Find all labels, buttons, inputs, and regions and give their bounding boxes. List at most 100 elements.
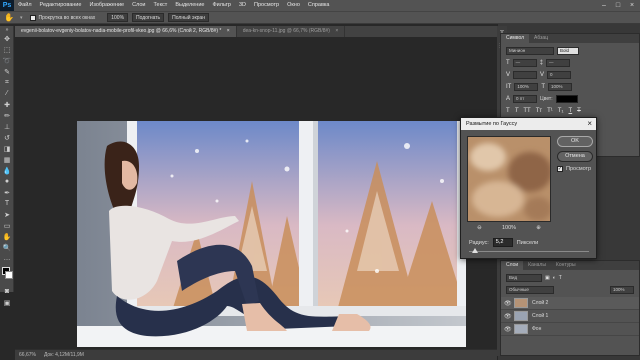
shape-tool-icon[interactable]: ▭ bbox=[0, 220, 14, 231]
faux-italic-icon[interactable]: T bbox=[515, 108, 519, 114]
ok-button[interactable]: OK bbox=[557, 136, 593, 147]
more-tools-icon[interactable]: … bbox=[0, 253, 14, 264]
kerning-field[interactable] bbox=[513, 70, 538, 79]
menu-file[interactable]: Файл bbox=[14, 0, 36, 11]
tab-layers[interactable]: Слои bbox=[501, 261, 524, 270]
radius-slider-handle[interactable] bbox=[472, 248, 478, 253]
menu-3d[interactable]: 3D bbox=[235, 0, 250, 11]
quick-select-tool-icon[interactable]: ✎ bbox=[0, 66, 14, 77]
menu-help[interactable]: Справка bbox=[304, 0, 334, 11]
path-select-tool-icon[interactable]: ➤ bbox=[0, 209, 14, 220]
radius-slider[interactable] bbox=[469, 248, 589, 253]
zoom-tool-icon[interactable]: 🔍 bbox=[0, 242, 14, 253]
preview-toggle[interactable]: ✓ Просмотр bbox=[557, 166, 591, 172]
lasso-tool-icon[interactable]: ➰ bbox=[0, 55, 14, 66]
layer-name[interactable]: Фон bbox=[532, 326, 541, 332]
small-caps-icon[interactable]: Tт bbox=[536, 108, 542, 114]
vertical-scale-field[interactable]: 100% bbox=[514, 82, 539, 91]
crop-tool-icon[interactable]: ⌗ bbox=[0, 77, 14, 88]
zoom-100-button[interactable]: 100% bbox=[107, 13, 129, 22]
preview-checkbox[interactable]: ✓ bbox=[557, 166, 563, 172]
tab-close-icon[interactable]: × bbox=[227, 28, 230, 34]
fit-screen-button[interactable]: Подогнать bbox=[132, 13, 165, 22]
menu-filter[interactable]: Фильтр bbox=[208, 0, 234, 11]
hand-tool-icon[interactable]: ✋ bbox=[4, 13, 14, 22]
scroll-all-windows-option[interactable]: Прокрутка во всех окнах bbox=[30, 13, 95, 22]
eyedropper-tool-icon[interactable]: ⁄ bbox=[0, 88, 14, 99]
filter-adjust-icon[interactable]: ◐ bbox=[553, 275, 556, 281]
all-caps-icon[interactable]: TT bbox=[523, 108, 530, 114]
brush-tool-icon[interactable]: ✏ bbox=[0, 110, 14, 121]
tab-document-1[interactable]: evgenii-bolatov-evgeniy-bolatov-nadia-mo… bbox=[15, 26, 237, 37]
maximize-icon[interactable]: □ bbox=[611, 0, 625, 11]
screen-mode-icon[interactable]: ▣ bbox=[0, 297, 14, 308]
font-size-field[interactable]: — bbox=[512, 58, 537, 67]
type-tool-icon[interactable]: T bbox=[0, 198, 14, 209]
background-color-swatch[interactable] bbox=[5, 271, 13, 279]
menu-select[interactable]: Выделение bbox=[171, 0, 208, 11]
history-brush-tool-icon[interactable]: ↺ bbox=[0, 132, 14, 143]
font-family-select[interactable]: Минион bbox=[506, 46, 554, 55]
baseline-shift-field[interactable]: 0 пт bbox=[513, 94, 538, 103]
document-canvas[interactable] bbox=[15, 37, 497, 349]
color-swatches[interactable] bbox=[0, 264, 13, 286]
zoom-out-icon[interactable]: ⊖ bbox=[477, 225, 482, 231]
clone-stamp-tool-icon[interactable]: ⊥ bbox=[0, 121, 14, 132]
dodge-tool-icon[interactable]: ● bbox=[0, 176, 14, 187]
underline-icon[interactable]: T bbox=[568, 108, 572, 114]
status-zoom[interactable]: 66,67% bbox=[19, 352, 36, 358]
tab-paths[interactable]: Контуры bbox=[551, 261, 581, 270]
gradient-tool-icon[interactable]: ▦ bbox=[0, 154, 14, 165]
subscript-icon[interactable]: T₁ bbox=[558, 108, 564, 114]
tab-character[interactable]: Символ bbox=[501, 34, 530, 43]
menu-type[interactable]: Текст bbox=[149, 0, 171, 11]
text-color-swatch[interactable] bbox=[555, 94, 578, 103]
filter-pixel-icon[interactable]: ▣ bbox=[545, 275, 550, 281]
eraser-tool-icon[interactable]: ◨ bbox=[0, 143, 14, 154]
layer-row[interactable]: 👁 Слой 2 bbox=[501, 297, 639, 310]
menu-edit[interactable]: Редактирование bbox=[36, 0, 86, 11]
dialog-close-icon[interactable]: × bbox=[587, 118, 592, 130]
minimize-icon[interactable]: – bbox=[597, 0, 611, 11]
quick-mask-icon[interactable]: ◙ bbox=[0, 286, 14, 297]
tracking-field[interactable]: 0 bbox=[547, 70, 572, 79]
layer-row[interactable]: 👁 Слой 1 bbox=[501, 310, 639, 323]
layer-name[interactable]: Слой 2 bbox=[532, 300, 548, 306]
filter-type-icon[interactable]: T bbox=[559, 275, 562, 281]
visibility-eye-icon[interactable]: 👁 bbox=[504, 313, 512, 320]
marquee-tool-icon[interactable]: ⬚ bbox=[0, 44, 14, 55]
close-window-icon[interactable]: × bbox=[625, 0, 639, 11]
opacity-field[interactable]: 100% bbox=[610, 285, 634, 294]
faux-bold-icon[interactable]: T bbox=[506, 108, 510, 114]
scroll-all-checkbox[interactable] bbox=[30, 14, 37, 21]
tab-close-icon[interactable]: × bbox=[335, 28, 338, 34]
horizontal-scale-field[interactable]: 100% bbox=[548, 82, 573, 91]
menu-layers[interactable]: Слои bbox=[128, 0, 149, 11]
strikethrough-icon[interactable]: T bbox=[577, 108, 581, 114]
hand-tool-icon-2[interactable]: ✋ bbox=[0, 231, 14, 242]
tab-document-2[interactable]: dea-kn-snop-11.jpg @ 66,7% (RGB/8#) × bbox=[237, 26, 346, 37]
pen-tool-icon[interactable]: ✒ bbox=[0, 187, 14, 198]
superscript-icon[interactable]: T¹ bbox=[547, 108, 553, 114]
font-style-select[interactable]: Bold bbox=[557, 46, 579, 55]
blend-mode-select[interactable]: Обычные bbox=[506, 285, 554, 294]
layer-filter-select[interactable]: Вид bbox=[506, 273, 542, 282]
full-screen-button[interactable]: Полный экран bbox=[168, 13, 209, 22]
menu-window[interactable]: Окно bbox=[283, 0, 304, 11]
layer-name[interactable]: Слой 1 bbox=[532, 313, 548, 319]
menu-view[interactable]: Просмотр bbox=[250, 0, 283, 11]
menu-image[interactable]: Изображение bbox=[85, 0, 128, 11]
cancel-button[interactable]: Отмена bbox=[557, 151, 593, 162]
visibility-eye-icon[interactable]: 👁 bbox=[504, 300, 512, 307]
document-image[interactable] bbox=[77, 121, 466, 347]
tools-collapse-icon[interactable]: » bbox=[0, 26, 14, 33]
blur-tool-icon[interactable]: 💧 bbox=[0, 165, 14, 176]
zoom-in-icon[interactable]: ⊕ bbox=[536, 225, 541, 231]
dialog-title-bar[interactable]: Размытие по Гауссу × bbox=[461, 118, 596, 130]
tab-channels[interactable]: Каналы bbox=[523, 261, 551, 270]
tab-paragraph[interactable]: Абзац bbox=[529, 34, 553, 43]
healing-brush-tool-icon[interactable]: ✚ bbox=[0, 99, 14, 110]
radius-input[interactable]: 5,2 bbox=[492, 238, 513, 247]
tool-preset-chevron-icon[interactable]: ▾ bbox=[20, 15, 23, 21]
blur-preview[interactable] bbox=[467, 136, 551, 222]
